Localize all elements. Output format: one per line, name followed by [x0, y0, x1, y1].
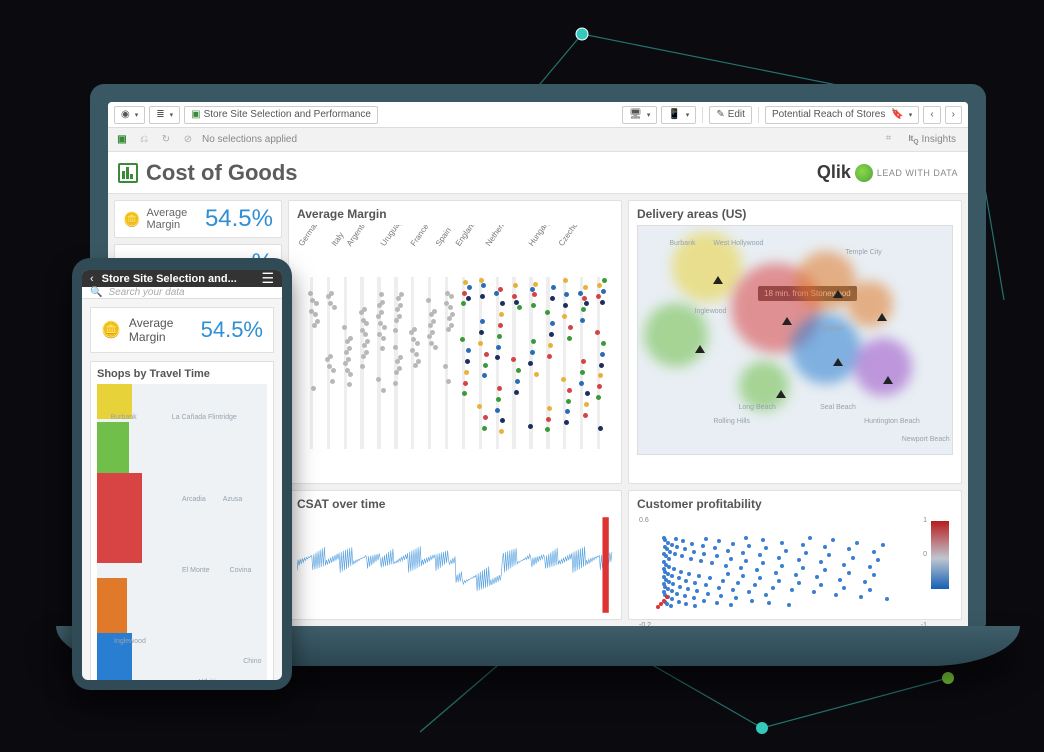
- search-placeholder: Search your data: [108, 287, 184, 298]
- panel-title: Customer profitability: [637, 497, 953, 511]
- profitability-scatter: 1 0 -1 0.6 -0.2: [637, 515, 953, 626]
- nav-next-button[interactable]: ›: [945, 106, 962, 124]
- panel-customer-profitability[interactable]: Customer profitability 1 0 -1 0.6 -0.2: [628, 490, 962, 620]
- nav-menu-button[interactable]: ◉: [114, 106, 145, 124]
- panel-average-margin-strip[interactable]: Average Margin BrazilGermanyItalyArgenti…: [288, 200, 622, 484]
- coins-icon: 🪙: [123, 211, 140, 228]
- color-legend: [931, 521, 949, 589]
- coins-icon: 🪙: [101, 320, 121, 340]
- sheet-chart-icon: [118, 163, 138, 183]
- device-desktop-button[interactable]: 🖥: [622, 106, 657, 124]
- insights-button[interactable]: ItQ Insights: [902, 131, 962, 149]
- csat-line-chart: [297, 515, 613, 615]
- phone-panel-shops-map[interactable]: Shops by Travel Time BurbankLa Cañada Fl…: [90, 361, 274, 680]
- menu-icon[interactable]: ☰: [261, 270, 274, 287]
- app-toolbar: ◉ ≣ ▣ Store Site Selection and Performan…: [108, 102, 968, 128]
- list-menu-button[interactable]: ≣: [149, 106, 180, 124]
- phone-title: Store Site Selection and...: [102, 273, 237, 285]
- kpi-average-margin[interactable]: 🪙 Average Margin 54.5%: [114, 200, 282, 238]
- sheet-title-bar: Cost of Goods Qlik LEAD WITH DATA: [108, 152, 968, 194]
- clear-selections-icon[interactable]: ⊘: [180, 132, 196, 148]
- selections-bar: ▣ ⎌ ↻ ⊘ No selections applied ⌗ ItQ Insi…: [108, 128, 968, 152]
- selections-status-text: No selections applied: [202, 134, 297, 145]
- phone-kpi-average-margin[interactable]: 🪙 Average Margin 54.5%: [90, 307, 274, 353]
- app-title-text: Store Site Selection and Performance: [204, 109, 371, 120]
- phone-frame: ‹ Store Site Selection and... ☰ 🔍 Search…: [72, 258, 292, 690]
- panel-delivery-areas-map[interactable]: Delivery areas (US) 18 min. from Stonewo…: [628, 200, 962, 484]
- pencil-icon: ✎: [716, 109, 724, 120]
- back-icon[interactable]: ‹: [90, 273, 94, 285]
- search-icon: 🔍: [90, 287, 102, 298]
- bookmark-dropdown[interactable]: Potential Reach of Stores 🔖: [765, 106, 919, 124]
- brand-area: Qlik LEAD WITH DATA: [817, 162, 958, 183]
- map-canvas[interactable]: 18 min. from Stonewood West HollywoodTem…: [637, 225, 953, 455]
- sheet-title: Cost of Goods: [146, 160, 298, 186]
- strip-plot: BrazilGermanyItalyArgentinaUruguayFrance…: [297, 225, 613, 455]
- qlik-logo-icon: [855, 164, 873, 182]
- phone-search-bar[interactable]: 🔍 Search your data: [82, 287, 282, 299]
- selections-indicator-icon: ▣: [114, 132, 130, 148]
- app-home-button[interactable]: ▣ Store Site Selection and Performance: [184, 106, 378, 124]
- selection-tool-icon[interactable]: ⌗: [880, 131, 896, 147]
- panel-title: Delivery areas (US): [637, 207, 953, 221]
- nav-prev-button[interactable]: ‹: [923, 106, 940, 124]
- bookmark-icon: 🔖: [891, 109, 903, 120]
- device-mobile-button[interactable]: 📱: [661, 106, 696, 124]
- edit-button[interactable]: ✎ Edit: [709, 106, 752, 124]
- panel-title: Average Margin: [297, 207, 613, 221]
- panel-csat-over-time[interactable]: CSAT over time: [288, 490, 622, 620]
- phone-header: ‹ Store Site Selection and... ☰: [82, 270, 282, 287]
- step-forward-icon[interactable]: ↻: [158, 132, 174, 148]
- panel-title: Shops by Travel Time: [97, 368, 267, 380]
- phone-map-canvas[interactable]: BurbankLa Cañada FlintridgeArcadiaAzusaE…: [97, 384, 267, 680]
- step-back-icon[interactable]: ⎌: [136, 132, 152, 148]
- panel-title: CSAT over time: [297, 497, 613, 511]
